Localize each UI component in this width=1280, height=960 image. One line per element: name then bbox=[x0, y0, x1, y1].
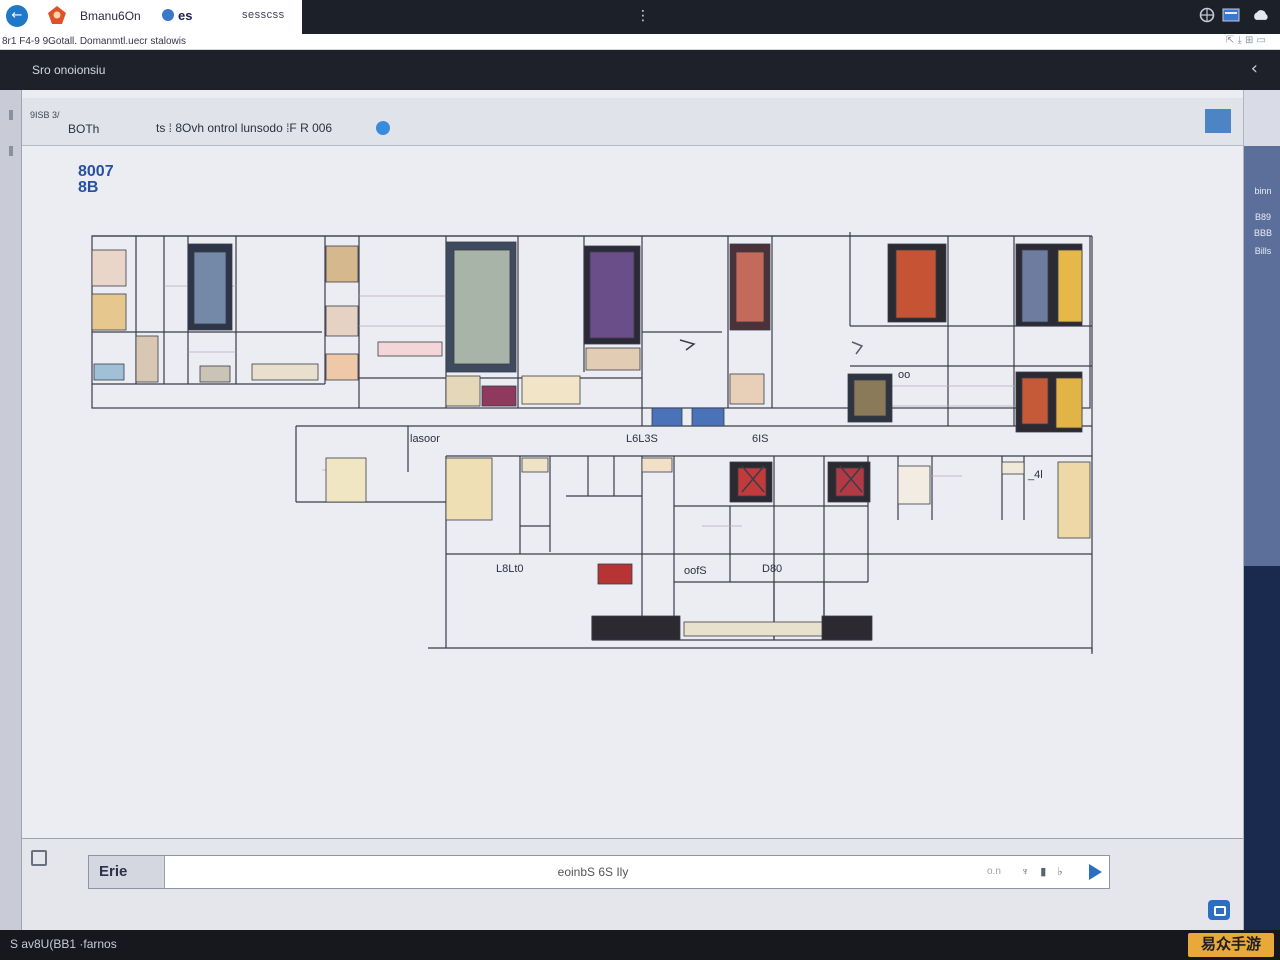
tab-subtitle: es bbox=[178, 8, 193, 23]
status-text: S av8U(BB1 ·farnos bbox=[10, 937, 117, 951]
document-name[interactable]: BOTh bbox=[68, 122, 99, 136]
command-label: Erie bbox=[89, 856, 165, 888]
app-header: Sro onoionsiu ‹ bbox=[0, 50, 1280, 90]
annotation-label: L8Lt0 bbox=[496, 563, 524, 575]
tab-status-icon bbox=[162, 9, 174, 21]
dock-item[interactable]: Bills bbox=[1248, 246, 1278, 256]
dock-panel bbox=[1244, 146, 1280, 566]
command-input[interactable] bbox=[167, 856, 1019, 888]
status-bar: S av8U(BB1 ·farnos 易众手游 bbox=[0, 930, 1280, 960]
gutter-marker bbox=[9, 146, 13, 156]
annotation-label: _4l bbox=[1027, 469, 1043, 481]
command-bar: Erie o.n ♆ ▮ ♭ bbox=[88, 855, 1110, 889]
cloud-icon[interactable] bbox=[1252, 7, 1270, 23]
send-icon[interactable] bbox=[1086, 862, 1104, 882]
chat-icon[interactable] bbox=[1208, 900, 1230, 920]
dock-panel-lower bbox=[1244, 566, 1280, 930]
annotation-label: 6IS bbox=[752, 433, 769, 445]
info-icon[interactable] bbox=[376, 121, 390, 135]
tab-title: Bmanu6On bbox=[80, 9, 141, 23]
toolbar-small-label: 9ISB 3/ bbox=[30, 110, 60, 120]
address-bar-actions[interactable]: ⇱ ⤓ ⊞ ▭ bbox=[1226, 35, 1266, 46]
annotation-label: oofS bbox=[684, 565, 707, 577]
grip-icon[interactable]: ⋮ bbox=[636, 8, 650, 24]
gutter-marker bbox=[9, 110, 13, 120]
browser-top-bar: ← Bmanu6On es sesscss ⋮ bbox=[0, 0, 1280, 34]
browser-tab[interactable]: ← Bmanu6On es sesscss bbox=[0, 0, 302, 34]
left-gutter bbox=[0, 90, 22, 930]
floor-plan-drawing: lasoor L6L3S 6IS L8Lt0 oofS D80 oo _4l bbox=[91, 232, 1093, 654]
back-icon[interactable]: ← bbox=[6, 5, 28, 27]
address-bar[interactable]: 8r1 F4-9 9Gotall. Domanmtl.uecr stalowis… bbox=[0, 34, 1280, 50]
right-dock: binn B89 BBB Bills bbox=[1243, 90, 1280, 930]
app-logo-icon bbox=[48, 6, 66, 24]
input-tool-icons[interactable]: ♆ ▮ ♭ bbox=[1021, 865, 1067, 878]
annotation-label: D80 bbox=[762, 563, 782, 575]
globe-icon[interactable] bbox=[1198, 7, 1216, 23]
dock-item[interactable]: BBB bbox=[1248, 228, 1278, 238]
dock-item[interactable]: binn bbox=[1248, 186, 1278, 196]
document-toolbar: 9ISB 3/ BOTh ts ⁞ 8Ovh ontrol lunsodo ⁞F… bbox=[22, 98, 1261, 146]
floor-plan-canvas[interactable]: 8007 8B lasoor L6L3S 6IS L8Lt0 oofS D80 … bbox=[22, 146, 1243, 838]
dock-item[interactable]: B89 bbox=[1248, 212, 1278, 222]
color-swatch-button[interactable] bbox=[1205, 109, 1231, 133]
annotation-label: lasoor bbox=[410, 433, 440, 445]
tab-extra-label: sesscss bbox=[242, 9, 285, 21]
chevron-left-icon[interactable]: ‹ bbox=[1251, 58, 1258, 79]
annotation-label: oo bbox=[898, 369, 910, 381]
layers-icon[interactable] bbox=[31, 850, 47, 866]
watermark-logo: 易众手游 bbox=[1188, 933, 1274, 957]
url-text[interactable]: 8r1 F4-9 9Gotall. Domanmtl.uecr stalowis bbox=[2, 36, 186, 47]
document-path[interactable]: ts ⁞ 8Ovh ontrol lunsodo ⁞F R 006 bbox=[156, 121, 332, 135]
main-panel: 9ISB 3/ BOTh ts ⁞ 8Ovh ontrol lunsodo ⁞F… bbox=[22, 90, 1261, 930]
annotation-label: L6L3S bbox=[626, 433, 658, 445]
app-title: Sro onoionsiu bbox=[32, 63, 106, 77]
composer-area: Erie o.n ♆ ▮ ♭ bbox=[22, 838, 1243, 930]
plan-furniture bbox=[91, 241, 1091, 641]
window-icon[interactable] bbox=[1222, 7, 1240, 23]
input-hint: o.n bbox=[987, 866, 1001, 877]
